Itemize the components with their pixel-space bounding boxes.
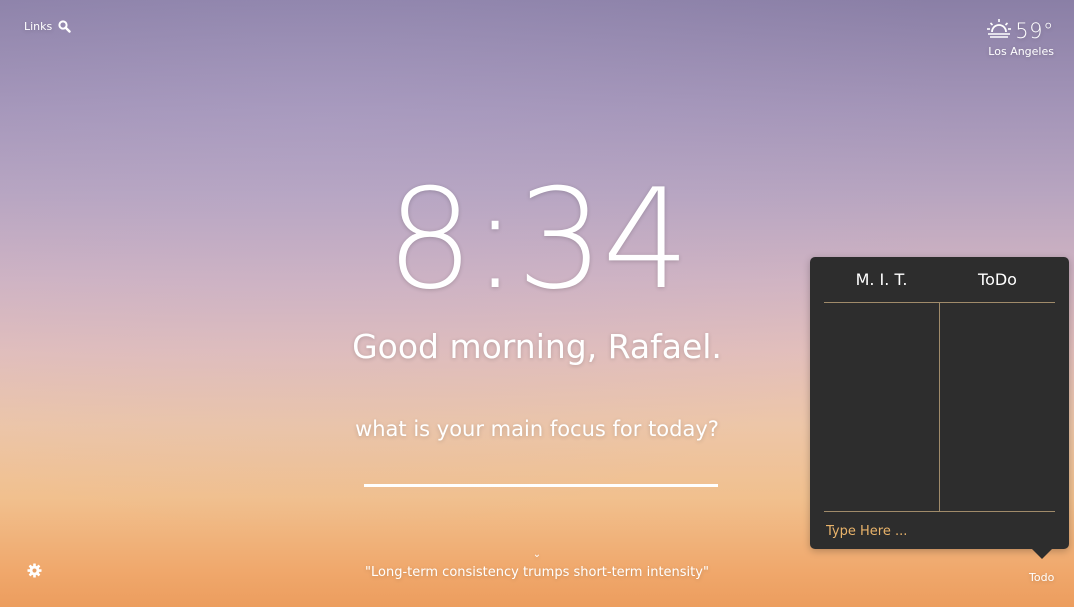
weather-widget[interactable]: 59° Los Angeles	[987, 18, 1054, 58]
todo-toggle-button[interactable]: Todo	[1029, 571, 1054, 584]
quote-container[interactable]: ⌄ "Long-term consistency trumps short-te…	[0, 550, 1074, 581]
sunrise-icon	[987, 18, 1012, 44]
search-icon[interactable]	[58, 20, 71, 33]
quote-text[interactable]: "Long-term consistency trumps short-term…	[365, 565, 709, 580]
weather-location: Los Angeles	[988, 45, 1054, 58]
todo-columns: M. I. T. ToDo	[824, 269, 1055, 513]
chevron-down-icon[interactable]: ⌄	[0, 550, 1074, 560]
tab-todo[interactable]: ToDo	[940, 269, 1055, 301]
todo-list[interactable]	[944, 309, 1054, 505]
weather-temperature: 59°	[1015, 19, 1054, 43]
links-button[interactable]: Links	[24, 20, 71, 33]
todo-footer-divider	[824, 511, 1055, 512]
mit-list[interactable]	[824, 309, 934, 505]
todo-panel: M. I. T. ToDo	[810, 257, 1069, 559]
links-label: Links	[24, 20, 53, 33]
todo-column-divider	[939, 303, 940, 511]
gear-icon[interactable]	[27, 563, 42, 582]
focus-input[interactable]	[364, 460, 718, 487]
todo-input[interactable]	[824, 520, 1058, 542]
tab-mit[interactable]: M. I. T.	[824, 269, 939, 301]
